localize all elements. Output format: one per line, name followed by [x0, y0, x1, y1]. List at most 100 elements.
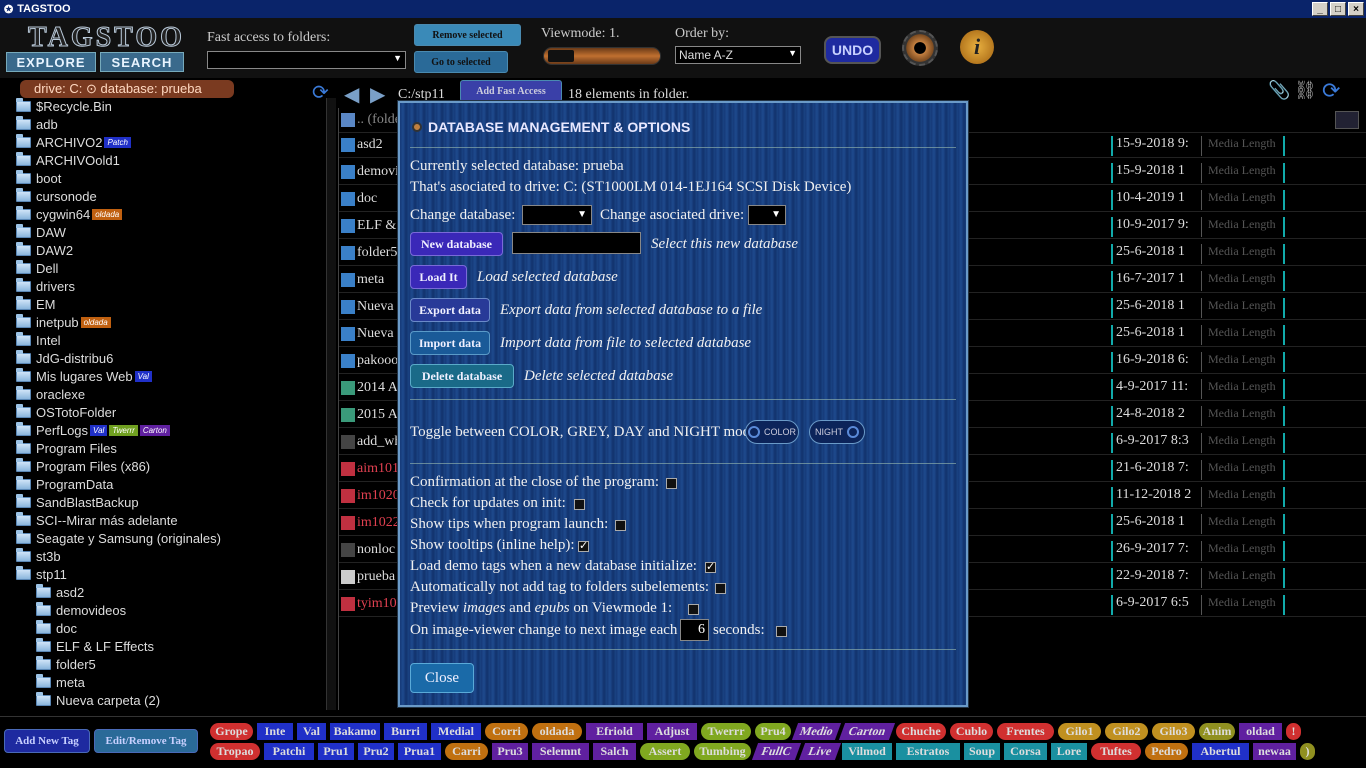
tree-item[interactable]: DAW2 [16, 241, 73, 259]
tree-item[interactable]: cursonode [16, 187, 97, 205]
tag-chip[interactable]: oldada [532, 723, 582, 740]
option-checkbox[interactable] [615, 520, 626, 531]
remove-selected-button[interactable]: Remove selected [414, 24, 521, 46]
tag-chip[interactable]: Val [297, 723, 326, 740]
refresh-icon[interactable]: ⟳ [1322, 78, 1340, 104]
color-mode-toggle[interactable]: COLOR [745, 420, 799, 444]
tree-item[interactable]: ELF & LF Effects [36, 637, 154, 655]
tree-item[interactable]: SCI--Mirar más adelante [16, 511, 178, 529]
tag-chip[interactable]: newaa [1253, 743, 1296, 760]
edit-remove-tag-button[interactable]: Edit/Remove Tag [94, 729, 198, 753]
change-drive-select[interactable]: ▼ [748, 205, 786, 225]
tree-item[interactable]: ARCHIVO2 Patch [16, 133, 131, 151]
viewer-interval-checkbox[interactable] [776, 626, 787, 637]
slider-thumb[interactable] [548, 50, 574, 62]
search-button[interactable]: SEARCH [100, 52, 184, 72]
tag-chip[interactable]: FullC [751, 743, 802, 760]
tag-chip[interactable]: Frentes [997, 723, 1054, 740]
tag-chip[interactable]: Pru3 [492, 743, 528, 760]
tag-chip[interactable]: Anim [1199, 723, 1235, 740]
tag-chip[interactable]: Estratos [896, 743, 960, 760]
tree-scrollbar[interactable] [326, 98, 336, 710]
tag-chip[interactable]: Pru1 [318, 743, 354, 760]
import-data-button[interactable]: Import data [410, 331, 490, 355]
tag-chip[interactable]: Twerrr [701, 723, 751, 740]
paperclip-icon[interactable]: 📎 [1268, 80, 1290, 101]
tree-item[interactable]: adb [16, 115, 58, 133]
export-data-button[interactable]: Export data [410, 298, 490, 322]
tree-item[interactable]: folder5 [36, 655, 96, 673]
tag-chip[interactable]: Selemnt [532, 743, 589, 760]
close-dialog-button[interactable]: Close [410, 663, 474, 693]
tree-item[interactable]: oraclexe [16, 385, 85, 403]
tag-chip[interactable]: Adjust [647, 723, 697, 740]
tree-item[interactable]: demovideos [36, 601, 126, 619]
maximize-button[interactable]: □ [1330, 2, 1346, 16]
tree-item[interactable]: Seagate y Samsung (originales) [16, 529, 221, 547]
forward-arrow-icon[interactable]: ▶ [370, 82, 392, 106]
tree-item-tag[interactable]: Carton [139, 424, 170, 436]
add-fast-access-button[interactable]: Add Fast Access [460, 80, 562, 102]
tag-chip[interactable]: ) [1300, 743, 1315, 760]
viewmode-slider[interactable] [543, 47, 661, 65]
load-database-button[interactable]: Load It [410, 265, 467, 289]
tag-chip[interactable]: Inte [257, 723, 293, 740]
tree-item[interactable]: doc [36, 619, 77, 637]
tree-item[interactable]: meta [36, 673, 85, 691]
tree-item[interactable]: Dell [16, 259, 58, 277]
tree-item-tag[interactable]: oldada [92, 208, 123, 220]
tag-chip[interactable]: Chuche [896, 723, 946, 740]
add-new-tag-button[interactable]: Add New Tag [4, 729, 90, 753]
fast-access-select[interactable]: ▼ [207, 51, 406, 69]
tag-chip[interactable]: Prua1 [398, 743, 441, 760]
tree-item-tag[interactable]: Patch [104, 136, 131, 148]
tag-chip[interactable]: Medio [791, 723, 842, 740]
tree-item[interactable]: PerfLogs Val Twerrr Carton [16, 421, 170, 439]
tag-chip[interactable]: Cublo [950, 723, 993, 740]
tag-chip[interactable]: Lore [1051, 743, 1087, 760]
tag-chip[interactable]: Live [798, 743, 842, 760]
info-icon[interactable]: i [960, 30, 994, 64]
explore-button[interactable]: EXPLORE [6, 52, 96, 72]
tag-chip[interactable]: Pru4 [755, 723, 791, 740]
tree-item[interactable]: EM [16, 295, 56, 313]
tag-chip[interactable]: Tuftes [1091, 743, 1141, 760]
tree-item[interactable]: $Recycle.Bin [16, 98, 112, 115]
tag-chip[interactable]: Corsa [1004, 743, 1047, 760]
tree-item-tag[interactable]: Twerrr [109, 424, 138, 436]
tag-chip[interactable]: ! [1286, 723, 1301, 740]
change-database-select[interactable]: ▼ [522, 205, 592, 225]
tree-item[interactable]: JdG-distribu6 [16, 349, 113, 367]
tree-item[interactable]: drivers [16, 277, 75, 295]
settings-gear-icon[interactable] [902, 30, 938, 66]
link-icon[interactable]: ⛓ [1294, 80, 1317, 101]
tag-chip[interactable]: Pedro [1145, 743, 1188, 760]
go-selected-button[interactable]: Go to selected [414, 51, 508, 73]
tree-item[interactable]: stp11 [16, 565, 67, 583]
new-folder-icon[interactable] [1335, 111, 1359, 129]
option-checkbox[interactable] [666, 478, 677, 489]
undo-button[interactable]: UNDO [824, 36, 881, 64]
tag-chip[interactable]: Patchi [264, 743, 314, 760]
tag-chip[interactable]: Corri [485, 723, 528, 740]
option-checkbox[interactable] [574, 499, 585, 510]
tag-chip[interactable]: Abertul [1192, 743, 1249, 760]
option-checkbox[interactable]: ✓ [578, 541, 589, 552]
delete-database-button[interactable]: Delete database [410, 364, 514, 388]
close-window-button[interactable]: × [1348, 2, 1364, 16]
tag-chip[interactable]: Tropao [210, 743, 260, 760]
order-by-select[interactable]: Name A-Z ▼ [675, 46, 801, 64]
tree-item-tag[interactable]: Val [90, 424, 108, 436]
tree-item[interactable]: Nueva carpeta (2) [36, 691, 160, 709]
minimize-button[interactable]: _ [1312, 2, 1328, 16]
tag-chip[interactable]: oldad [1239, 723, 1282, 740]
tag-chip[interactable]: Efriold [586, 723, 643, 740]
tag-chip[interactable]: Assert [640, 743, 690, 760]
tree-item[interactable]: cygwin64 oldada [16, 205, 123, 223]
tag-chip[interactable]: Burri [384, 723, 427, 740]
tree-item[interactable]: st3b [16, 547, 61, 565]
tag-chip[interactable]: Gilo3 [1152, 723, 1195, 740]
tree-item[interactable]: ARCHIVOold1 [16, 151, 120, 169]
tree-item[interactable]: ProgramData [16, 475, 113, 493]
new-database-button[interactable]: New database [410, 232, 503, 256]
